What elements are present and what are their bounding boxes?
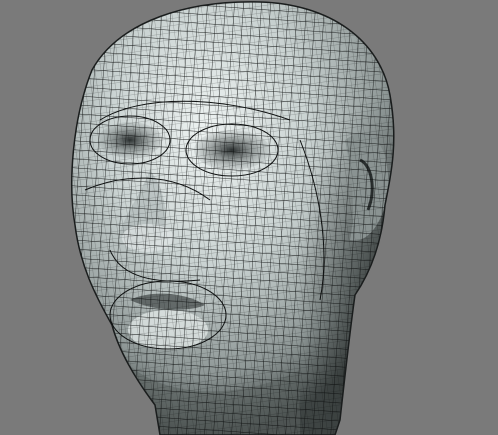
head-surface (71, 1, 395, 435)
3d-viewport[interactable] (0, 0, 498, 435)
head-mesh-render[interactable] (0, 0, 498, 435)
